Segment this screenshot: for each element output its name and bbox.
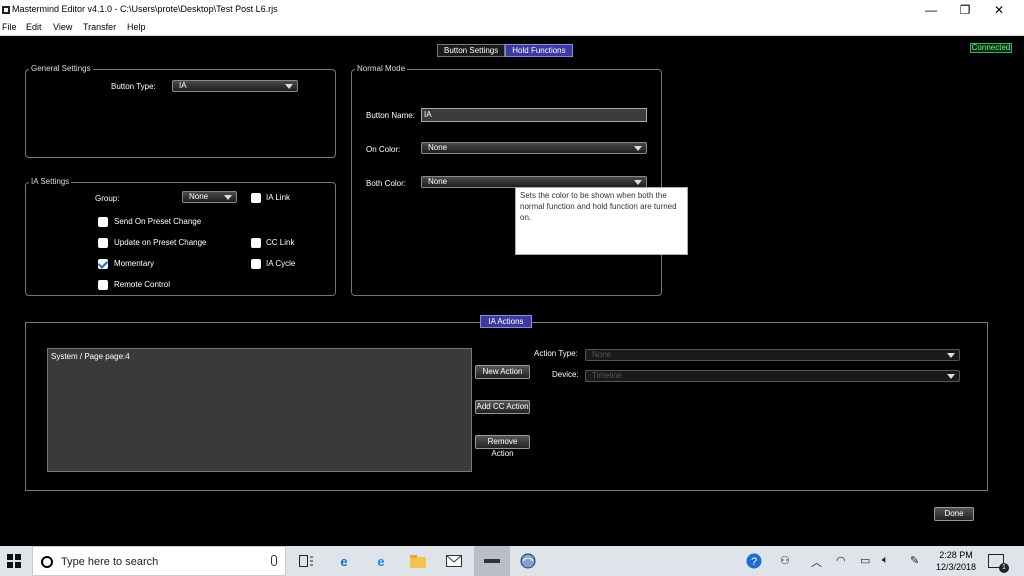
general-settings-legend: General Settings (29, 64, 93, 73)
mastermind-taskbar-app[interactable] (474, 546, 510, 576)
ia-link-label: IA Link (266, 193, 291, 202)
chevron-down-icon (285, 84, 293, 89)
chevron-up-icon[interactable]: ︿ (811, 554, 822, 570)
menu-edit[interactable]: Edit (26, 22, 42, 32)
title-bar: Mastermind Editor v4.1.0 - C:\Users\prot… (0, 0, 1024, 20)
on-color-value: None (428, 143, 448, 152)
ia-cycle-label: IA Cycle (266, 259, 296, 268)
on-color-dropdown[interactable]: None (421, 142, 647, 154)
app-icon (2, 6, 10, 14)
svg-text:?: ? (751, 556, 757, 568)
remove-action-button[interactable]: Remove Action (475, 435, 530, 458)
remote-control-label: Remote Control (114, 280, 171, 289)
windows-start-icon[interactable] (6, 553, 22, 569)
cc-link-checkbox[interactable] (251, 238, 261, 248)
restore-button[interactable]: ❐ (948, 0, 982, 20)
button-name-label: Button Name: (366, 111, 415, 120)
notification-count-badge: 1 (999, 563, 1009, 573)
tab-button-settings[interactable]: Button Settings (437, 44, 506, 57)
chevron-down-icon (947, 374, 955, 379)
action-type-label: Action Type: (534, 349, 578, 358)
window-title: Mastermind Editor v4.1.0 - C:\Users\prot… (12, 4, 278, 14)
menu-view[interactable]: View (53, 22, 72, 32)
app-window: Mastermind Editor v4.1.0 - C:\Users\prot… (0, 0, 1024, 546)
both-color-tooltip: Sets the color to be shown when both the… (515, 187, 688, 255)
momentary-label: Momentary (114, 259, 155, 268)
normal-mode-legend: Normal Mode (355, 64, 408, 73)
done-button[interactable]: Done (934, 507, 974, 521)
remote-control-checkbox[interactable] (98, 280, 108, 290)
button-type-label: Button Type: (111, 82, 156, 91)
device-dropdown[interactable]: Timeline (585, 370, 960, 382)
normal-mode-group: Normal Mode Button Name: IA On Color: No… (351, 64, 662, 296)
mastermind-app-icon (484, 559, 500, 563)
volume-icon[interactable]: 🔈︎ (882, 554, 889, 567)
new-action-button[interactable]: New Action (475, 365, 530, 379)
close-button[interactable]: ✕ (982, 0, 1016, 20)
pen-icon[interactable]: ✎ (910, 554, 919, 567)
help-icon[interactable]: ? (746, 553, 762, 569)
both-color-value: None (428, 177, 448, 186)
ia-settings-group: IA Settings Group: None IA Link Send On … (25, 177, 336, 296)
send-on-preset-change-checkbox[interactable] (98, 217, 108, 227)
device-value: Timeline (592, 371, 622, 380)
group-label: Group: (95, 194, 120, 203)
cc-link-label: CC Link (266, 238, 295, 247)
ia-link-checkbox[interactable] (251, 193, 261, 203)
on-color-label: On Color: (366, 145, 401, 154)
action-type-value: None (592, 350, 612, 359)
network-icon[interactable]: ◠ (836, 554, 846, 567)
menu-transfer[interactable]: Transfer (83, 22, 116, 32)
tab-ia-actions[interactable]: IA Actions (480, 315, 532, 328)
search-placeholder: Type here to search (61, 556, 159, 568)
clock-time: 2:28 PM (939, 550, 973, 560)
ia-settings-legend: IA Settings (29, 177, 72, 186)
group-value: None (189, 192, 209, 201)
taskbar-clock[interactable]: 2:28 PM 12/3/2018 (934, 549, 978, 573)
chevron-down-icon (947, 353, 955, 358)
mail-icon[interactable] (446, 553, 462, 569)
chevron-down-icon (634, 146, 642, 151)
list-item[interactable]: System / Page page:4 (51, 352, 130, 361)
button-type-dropdown[interactable]: IA (172, 80, 298, 92)
momentary-checkbox[interactable] (98, 259, 108, 269)
button-type-value: IA (179, 81, 187, 90)
button-name-input[interactable]: IA (421, 108, 647, 122)
chevron-down-icon (224, 195, 232, 200)
microphone-icon[interactable] (271, 555, 277, 566)
ia-cycle-checkbox[interactable] (251, 259, 261, 269)
add-cc-action-button[interactable]: Add CC Action (475, 400, 530, 414)
menu-bar: File Edit View Transfer Help (0, 20, 1024, 36)
menu-file[interactable]: File (2, 22, 17, 32)
menu-help[interactable]: Help (127, 22, 146, 32)
app-globe-icon[interactable] (520, 553, 536, 569)
internet-explorer-icon[interactable]: e (373, 553, 389, 569)
both-color-label: Both Color: (366, 179, 407, 188)
tab-bar: Button Settings Hold Functions (437, 44, 573, 57)
chevron-down-icon (634, 180, 642, 185)
clock-date: 12/3/2018 (935, 562, 977, 572)
task-view-icon[interactable] (298, 553, 314, 569)
taskbar: Type here to search e e ? ⚇ ︿ ◠ ▭ 🔈︎ ✎ 2… (0, 546, 1024, 576)
connection-status: Connected (970, 43, 1012, 53)
battery-icon[interactable]: ▭ (860, 554, 870, 567)
action-type-dropdown[interactable]: None (585, 349, 960, 361)
general-settings-group: General Settings Button Type: IA (25, 64, 336, 158)
device-label: Device: (552, 370, 579, 379)
notification-center-icon[interactable]: 1 (988, 554, 1009, 573)
update-on-preset-change-checkbox[interactable] (98, 238, 108, 248)
taskbar-search-box[interactable]: Type here to search (32, 546, 286, 576)
update-on-preset-change-label: Update on Preset Change (114, 238, 207, 247)
edge-icon[interactable]: e (336, 553, 352, 569)
cortana-icon (41, 556, 53, 568)
actions-list[interactable]: System / Page page:4 (47, 348, 472, 472)
file-explorer-icon[interactable] (410, 553, 426, 569)
tab-hold-functions[interactable]: Hold Functions (505, 44, 573, 57)
people-icon[interactable]: ⚇ (780, 554, 790, 567)
minimize-button[interactable]: — (914, 0, 948, 20)
group-dropdown[interactable]: None (182, 191, 237, 203)
send-on-preset-change-label: Send On Preset Change (114, 217, 202, 226)
